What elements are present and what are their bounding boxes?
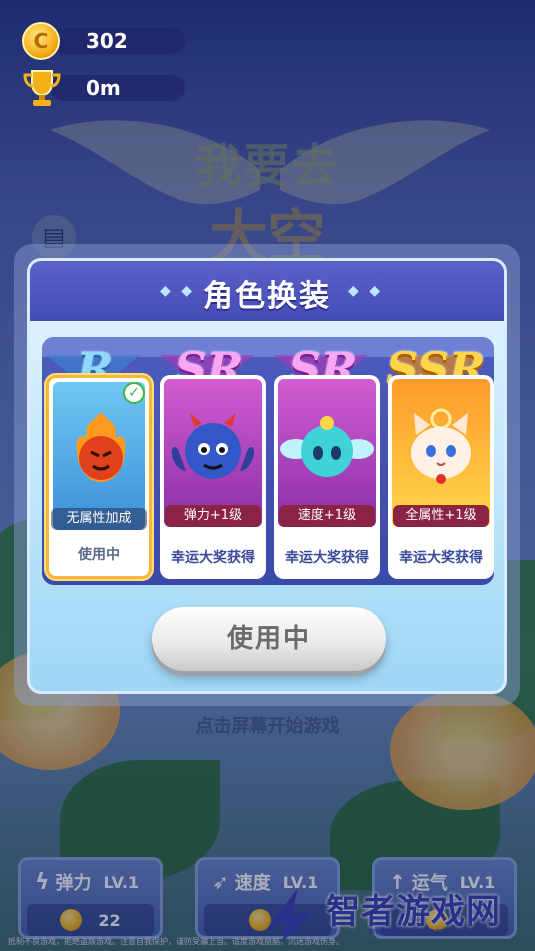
character-card-list: R SR SR SSR ✓ 无属性加成 使用中 弹力+1级 幸运大奖获得 速度+… bbox=[42, 337, 494, 585]
card-status: 幸运大奖获得 bbox=[399, 550, 483, 566]
character-card-blue-devil[interactable]: 弹力+1级 幸运大奖获得 bbox=[160, 375, 266, 579]
modal-header: ◆ ◆ 角色换装 ◆ ◆ bbox=[30, 261, 504, 321]
card-attribute: 全属性+1级 bbox=[393, 505, 489, 527]
cat-character-icon bbox=[411, 408, 471, 484]
blue-devil-character-icon bbox=[171, 413, 255, 479]
in-use-button[interactable]: 使用中 bbox=[152, 607, 386, 671]
coin-value: 302 bbox=[86, 29, 128, 53]
distance-value: 0m bbox=[86, 76, 121, 100]
modal-title: 角色换装 bbox=[203, 279, 331, 314]
character-card-cyan-winged[interactable]: 速度+1级 幸运大奖获得 bbox=[274, 375, 380, 579]
card-attribute: 速度+1级 bbox=[279, 505, 375, 527]
character-card-cat[interactable]: 全属性+1级 幸运大奖获得 bbox=[388, 375, 494, 579]
title-decoration-right: ◆ ◆ bbox=[348, 283, 383, 299]
coin-icon: C bbox=[22, 22, 60, 60]
card-attribute: 弹力+1级 bbox=[165, 505, 261, 527]
card-status: 幸运大奖获得 bbox=[171, 550, 255, 566]
character-card-fire[interactable]: ✓ 无属性加成 使用中 bbox=[46, 375, 152, 579]
trophy-icon bbox=[23, 70, 61, 106]
card-status: 使用中 bbox=[78, 547, 120, 563]
card-status: 幸运大奖获得 bbox=[285, 550, 369, 566]
cyan-winged-character-icon bbox=[280, 416, 374, 477]
card-attribute: 无属性加成 bbox=[51, 508, 147, 530]
costume-modal: ◆ ◆ 角色换装 ◆ ◆ R SR SR SSR ✓ 无属性加成 使用中 弹力+… bbox=[27, 258, 507, 694]
check-icon: ✓ bbox=[123, 382, 145, 404]
